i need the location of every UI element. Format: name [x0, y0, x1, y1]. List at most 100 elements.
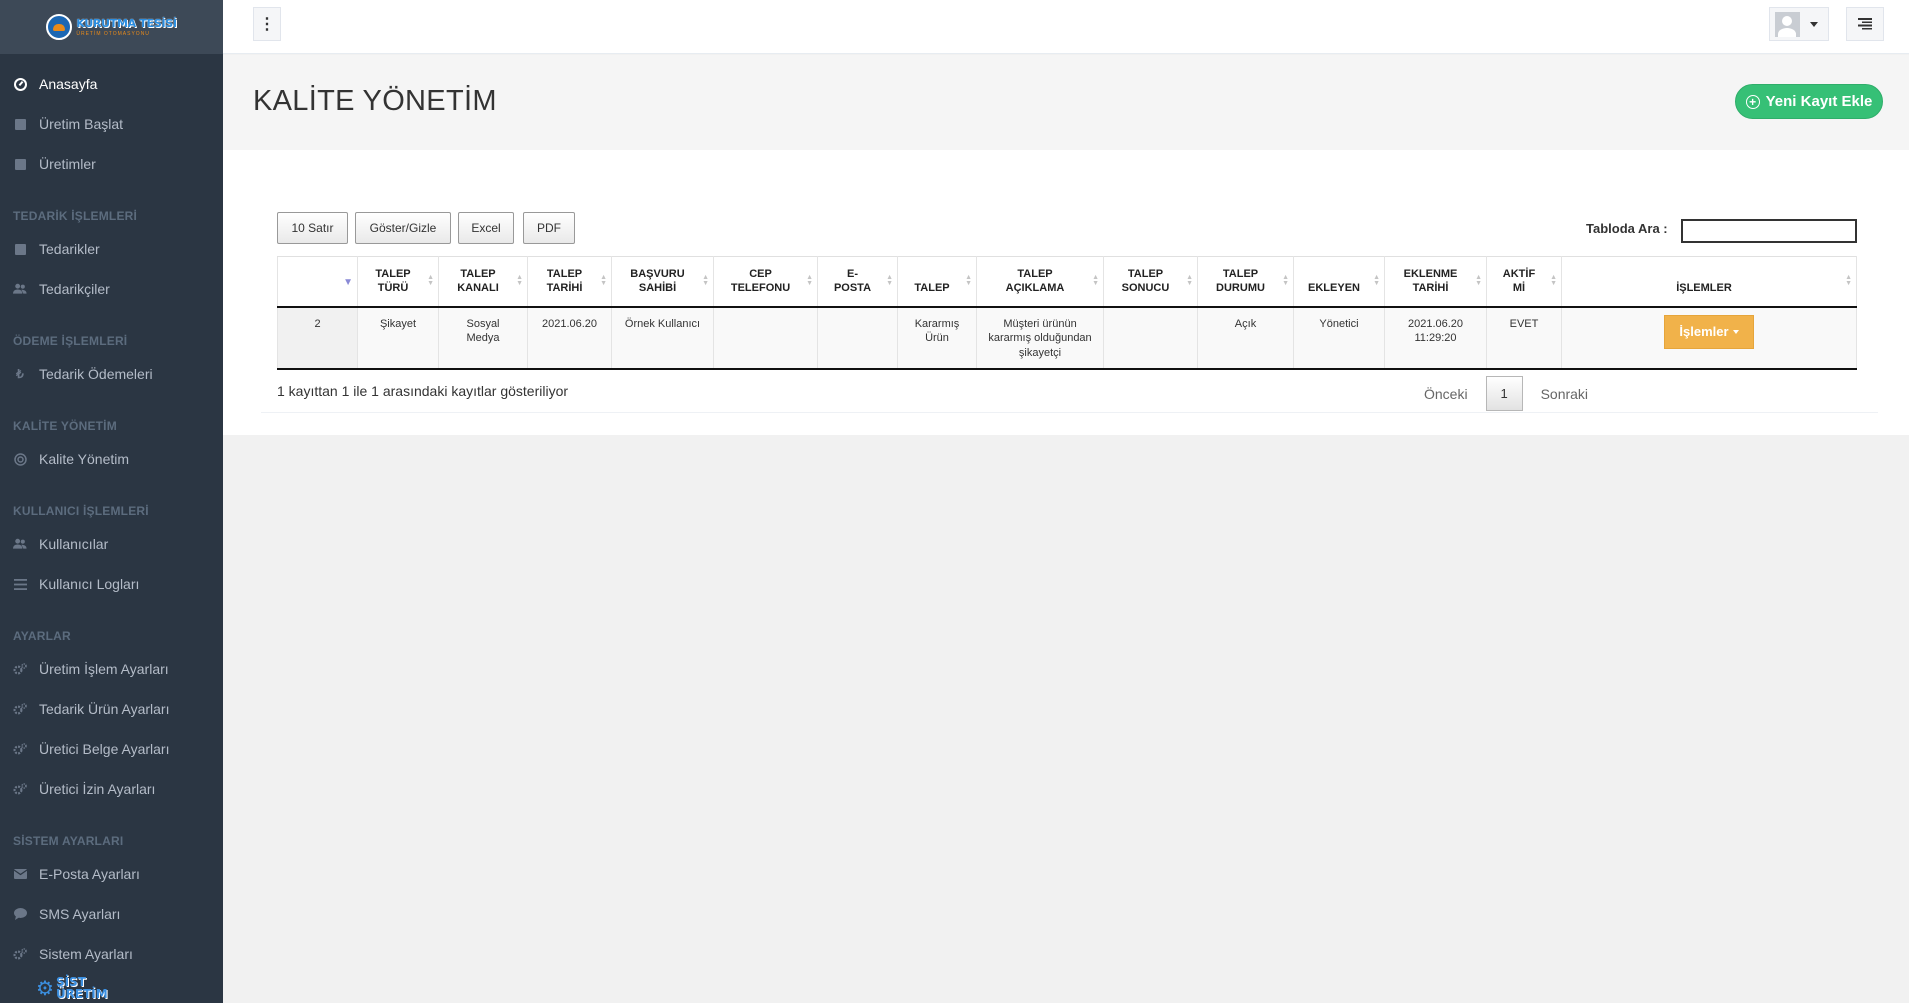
column-header-talep-kanali[interactable]: TALEP KANALI ▲ ▼: [438, 256, 528, 308]
sidebar-item-label: Kullanıcılar: [39, 536, 109, 552]
sidebar-item-sistem-ayarlari[interactable]: Sistem Ayarları: [0, 934, 223, 974]
column-header-talep[interactable]: TALEP ▲ ▼: [897, 256, 977, 308]
sidebar-item-tedarikler[interactable]: Tedarikler: [0, 229, 223, 269]
sidebar-item-sms-ayarlari[interactable]: SMS Ayarları: [0, 894, 223, 934]
column-visibility-button[interactable]: Göster/Gizle: [355, 212, 451, 244]
column-header-label: TALEP TÜRÜ: [375, 267, 411, 295]
table-search-input[interactable]: [1681, 219, 1857, 243]
column-header-eklenme-tarihi[interactable]: EKLENME TARİHİ ▲ ▼: [1384, 256, 1487, 308]
sidebar-item-tedarikciler[interactable]: Tedarikçiler: [0, 269, 223, 309]
table-cell: Açık: [1197, 306, 1294, 370]
sort-both-icon: ▲ ▼: [702, 274, 709, 288]
sort-both-icon: ▲ ▼: [1373, 274, 1380, 288]
more-options-button[interactable]: ⋮: [253, 7, 281, 41]
sort-both-icon: ▲ ▼: [1282, 274, 1289, 288]
actions-cell: İşlemler: [1561, 306, 1857, 370]
column-header-label: TALEP AÇIKLAMA: [1005, 267, 1065, 295]
column-header-label: TALEP SONUCU: [1121, 267, 1170, 295]
sidebar-item-e-posta-ayarlari[interactable]: E-Posta Ayarları: [0, 854, 223, 894]
previous-page-button[interactable]: Önceki: [1406, 386, 1486, 402]
table-cell: 2021.06.20: [527, 306, 612, 370]
sidebar-item-label: Sistem Ayarları: [39, 946, 133, 962]
sidebar-item-uretici-izin-ayarlari[interactable]: Üretici İzin Ayarları: [0, 769, 223, 809]
sidebar-item-label: Anasayfa: [39, 76, 98, 92]
brand-logo[interactable]: KURUTMA TESİSİ ÜRETİM OTOMASYONU: [46, 14, 177, 40]
sidebar-item-uretim-baslat[interactable]: Üretim Başlat: [0, 104, 223, 144]
logo-emblem-icon: [46, 14, 73, 40]
table-cell: 2: [277, 306, 358, 370]
divider: [261, 412, 1878, 413]
column-header-talep-aciklama[interactable]: TALEP AÇIKLAMA ▲ ▼: [976, 256, 1104, 308]
user-menu-button[interactable]: [1769, 7, 1829, 41]
page-title: KALİTE YÖNETİM: [253, 85, 497, 117]
sidebar-section-tedarik-islemleri: TEDARİK İŞLEMLERİ: [13, 209, 138, 223]
column-header-label: EKLENME TARİHİ: [1403, 267, 1458, 295]
excel-export-button[interactable]: Excel: [458, 212, 514, 244]
sidebar-item-label: E-Posta Ayarları: [39, 866, 140, 882]
sidebar-item-kalite-yonetim[interactable]: Kalite Yönetim: [0, 439, 223, 479]
column-header-basvuru-sahibi[interactable]: BAŞVURU SAHİBİ ▲ ▼: [611, 256, 714, 308]
sidebar-item-label: Tedarikçiler: [39, 281, 110, 297]
table-cell: 2021.06.20 11:29:20: [1384, 306, 1487, 370]
sort-both-icon: ▲ ▼: [516, 274, 523, 288]
column-header-talep-sonucu[interactable]: TALEP SONUCU ▲ ▼: [1103, 256, 1198, 308]
logo-subtitle: ÜRETİM OTOMASYONU: [76, 30, 150, 37]
sidebar-item-label: Üretici İzin Ayarları: [39, 781, 156, 797]
new-record-button[interactable]: + Yeni Kayıt Ekle: [1735, 84, 1883, 119]
pagination: Önceki 1 Sonraki: [1406, 376, 1606, 411]
table-cell: Örnek Kullanıcı: [611, 306, 714, 370]
column-header-index[interactable]: ▼: [277, 256, 358, 308]
sidebar-item-tedarik-urun-ayarlari[interactable]: Tedarik Ürün Ayarları: [0, 689, 223, 729]
column-header-talep-turu[interactable]: TALEP TÜRÜ ▲ ▼: [357, 256, 439, 308]
avatar: [1775, 11, 1800, 37]
sidebar-item-anasayfa[interactable]: Anasayfa: [0, 64, 223, 104]
table-row: 2 Şikayet Sosyal Medya 2021.06.20 Örnek Kull…: [277, 306, 1857, 370]
column-header-talep-durumu[interactable]: TALEP DURUMU ▲ ▼: [1197, 256, 1294, 308]
sort-both-icon: ▲ ▼: [1092, 274, 1099, 288]
column-header-e-posta[interactable]: E- POSTA ▲ ▼: [817, 256, 898, 308]
sidebar-item-label: Kalite Yönetim: [39, 451, 130, 467]
pdf-export-button[interactable]: PDF: [523, 212, 575, 244]
page-number-button[interactable]: 1: [1485, 376, 1523, 411]
new-record-label: Yeni Kayıt Ekle: [1765, 93, 1873, 110]
column-header-talep-tarihi[interactable]: TALEP TARİHİ ▲ ▼: [527, 256, 612, 308]
table-info: 1 kayıttan 1 ile 1 arasındaki kayıtlar g…: [277, 383, 569, 399]
topbar: ⋮: [223, 0, 1909, 54]
column-header-label: BAŞVURU SAHİBİ: [630, 267, 685, 295]
table-cell: [713, 306, 818, 370]
bottom-logo: ⚙ SİST ÜRETİM: [36, 976, 108, 1000]
data-table: ▼ TALEP TÜRÜ ▲ ▼ TALEP KANALI ▲ ▼ TALEP TARİHİ ▲…: [277, 256, 1857, 370]
sidebar-section-kalite-yonetim: KALİTE YÖNETİM: [13, 419, 117, 433]
content-area: 10 Satır Göster/Gizle Excel PDF Tabloda …: [223, 150, 1909, 435]
cogs-icon: [13, 782, 27, 796]
sidebar-item-uretimler[interactable]: Üretimler: [0, 144, 223, 184]
column-header-islemler[interactable]: İŞLEMLER ▲ ▼: [1561, 256, 1857, 308]
sidebar-item-label: SMS Ayarları: [39, 906, 121, 922]
column-header-label: TALEP KANALI: [457, 267, 499, 295]
sort-both-icon: ▲ ▼: [886, 274, 893, 288]
sidebar-section-sistem-ayarlari: SİSTEM AYARLARI: [13, 834, 124, 848]
logo-title: KURUTMA TESİSİ: [76, 16, 177, 30]
sidebar-item-tedarik-odemeleri[interactable]: ₺ Tedarik Ödemeleri: [0, 354, 223, 394]
vertical-dots-icon: ⋮: [259, 16, 275, 33]
envelope-icon: [13, 867, 27, 881]
sidebar-item-uretim-islem-ayarlari[interactable]: Üretim İşlem Ayarları: [0, 649, 223, 689]
column-header-aktif-mi[interactable]: AKTİF Mİ ▲ ▼: [1486, 256, 1562, 308]
column-header-cep-telefonu[interactable]: CEP TELEFONU ▲ ▼: [713, 256, 818, 308]
page-head: KALİTE YÖNETİM + Yeni Kayıt Ekle: [223, 55, 1909, 150]
sidebar-item-label: Kullanıcı Logları: [39, 576, 140, 592]
sidebar-item-label: Üretim Başlat: [39, 116, 124, 132]
sidebar-item-kullanici-loglari[interactable]: Kullanıcı Logları: [0, 564, 223, 604]
cogs-icon: [13, 947, 27, 961]
rows-per-page-button[interactable]: 10 Satır: [277, 212, 348, 244]
sidebar-item-kullanicilar[interactable]: Kullanıcılar: [0, 524, 223, 564]
sidebar-section-odeme-islemleri: ÖDEME İŞLEMLERİ: [13, 334, 128, 348]
sidebar-menu: Anasayfa Üretim Başlat Üretimler TEDARİK İŞ…: [0, 64, 223, 974]
actions-dropdown-button[interactable]: İşlemler: [1664, 314, 1754, 349]
quick-sidebar-toggle[interactable]: [1846, 7, 1884, 41]
sidebar-item-uretici-belge-ayarlari[interactable]: Üretici Belge Ayarları: [0, 729, 223, 769]
column-header-ekleyen[interactable]: EKLEYEN ▲ ▼: [1293, 256, 1385, 308]
sort-both-icon: ▲ ▼: [965, 274, 972, 288]
next-page-button[interactable]: Sonraki: [1523, 386, 1606, 402]
column-header-label: TALEP DURUMU: [1216, 267, 1265, 295]
